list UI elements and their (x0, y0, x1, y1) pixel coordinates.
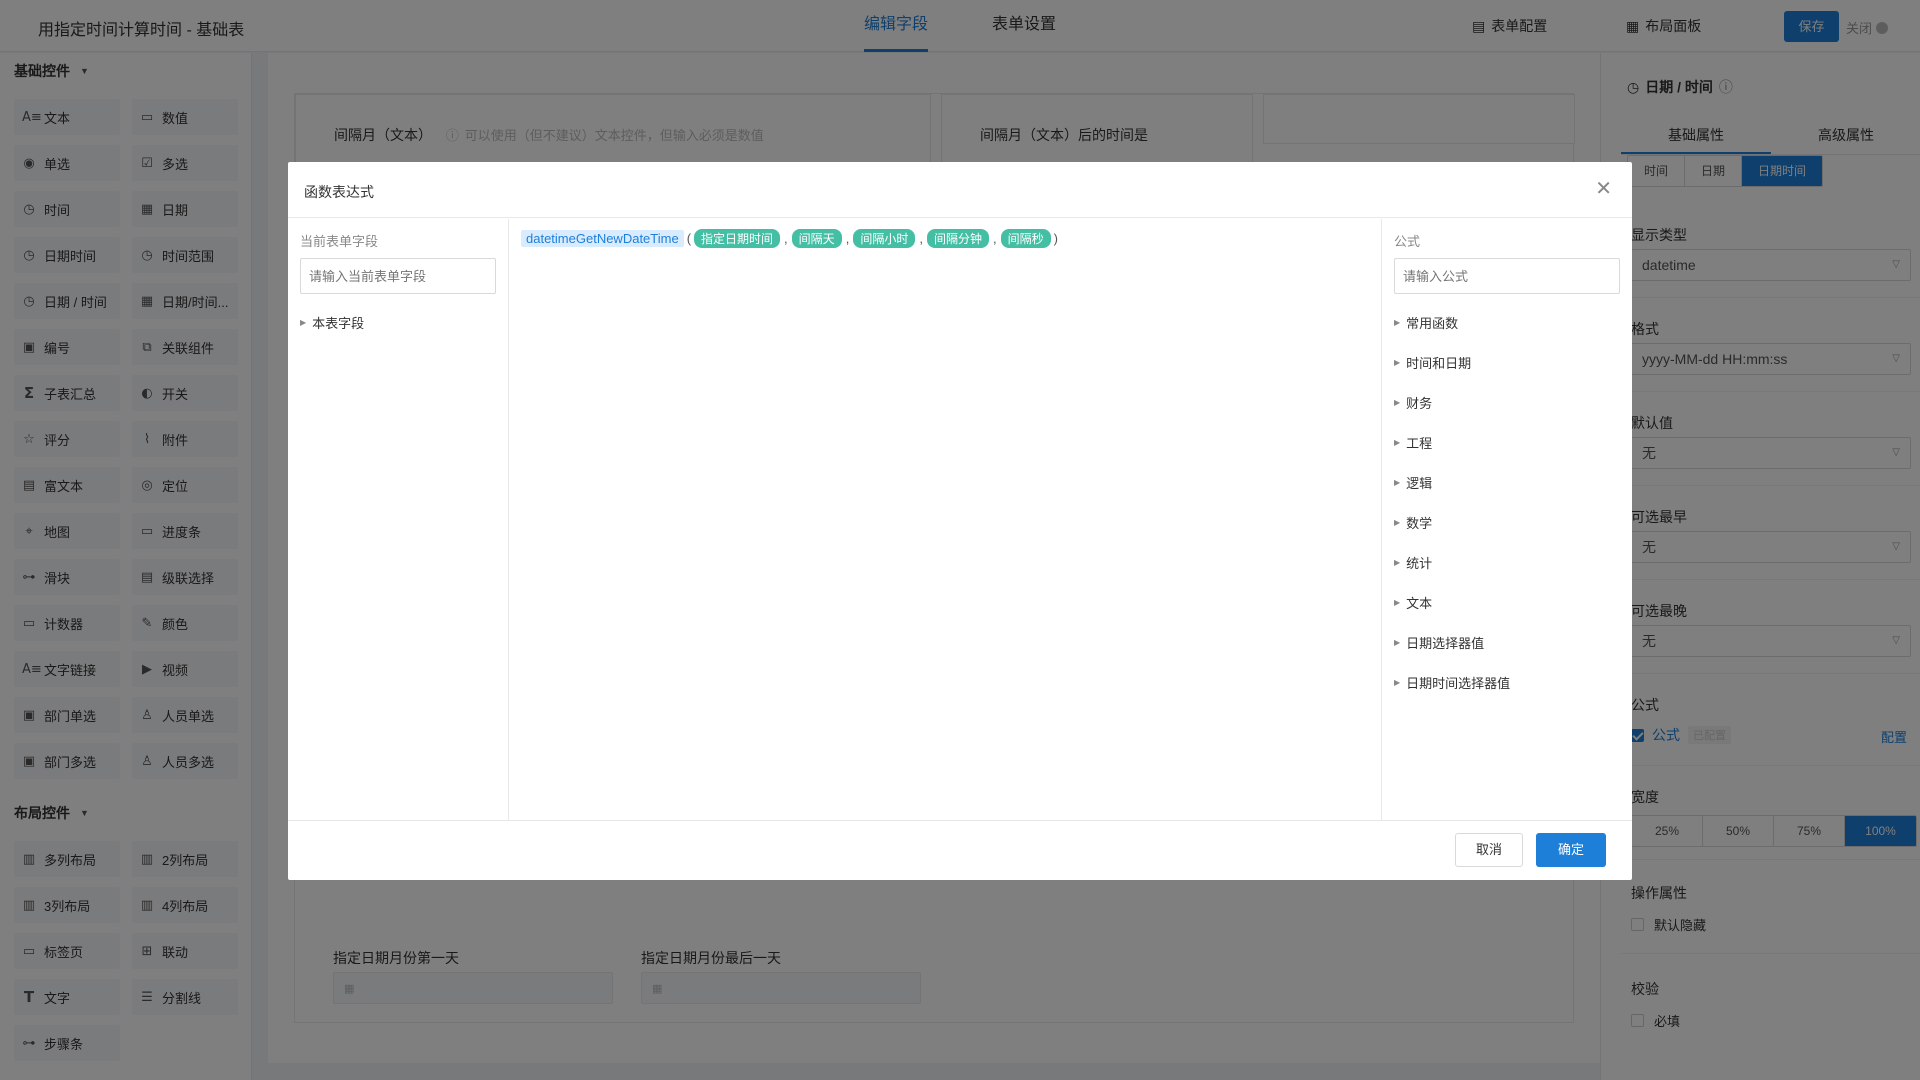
triangle-right-icon: ▶ (1394, 358, 1401, 367)
triangle-right-icon: ▶ (1394, 318, 1401, 327)
formula-expression: datetimeGetNewDateTime(指定日期时间, 间隔天, 间隔小时, 间… (521, 229, 1061, 248)
comma: , (919, 231, 923, 246)
formula-category-item[interactable]: ▶ 财务 (1394, 393, 1432, 412)
formula-search-input[interactable] (1394, 258, 1620, 294)
formula-category-item[interactable]: ▶ 逻辑 (1394, 473, 1432, 492)
confirm-button[interactable]: 确定 (1536, 833, 1606, 867)
triangle-right-icon: ▶ (1394, 518, 1401, 527)
dialog-footer: 取消 确定 (288, 820, 1632, 880)
triangle-right-icon: ▶ (1394, 438, 1401, 447)
argument-tag[interactable]: 间隔天 (791, 229, 842, 248)
formula-category-item[interactable]: ▶ 工程 (1394, 433, 1432, 452)
close-icon[interactable]: ✕ (1595, 176, 1612, 200)
tree-item-this-table-fields[interactable]: ▶ 本表字段 (300, 313, 364, 332)
formula-category-item[interactable]: ▶ 常用函数 (1394, 313, 1458, 332)
expression-editor[interactable]: datetimeGetNewDateTime(指定日期时间, 间隔天, 间隔小时, 间… (509, 219, 1382, 820)
dialog-title: 函数表达式 (304, 184, 374, 200)
dialog-body: 当前表单字段 ▶ 本表字段 datetimeGetNewDateTime(指定日… (288, 219, 1632, 820)
comma: , (784, 231, 788, 246)
formula-category-item[interactable]: ▶ 统计 (1394, 553, 1432, 572)
close-paren: ) (1053, 231, 1058, 246)
function-expression-dialog: 函数表达式 ✕ 当前表单字段 ▶ 本表字段 datetimeGetNewDate… (288, 162, 1632, 880)
triangle-right-icon: ▶ (1394, 638, 1401, 647)
cancel-button[interactable]: 取消 (1455, 833, 1523, 867)
argument-tag[interactable]: 间隔秒 (1000, 229, 1051, 248)
triangle-right-icon: ▶ (1394, 598, 1401, 607)
argument-tag[interactable]: 间隔分钟 (926, 229, 989, 248)
triangle-right-icon: ▶ (1394, 558, 1401, 567)
triangle-right-icon: ▶ (1394, 478, 1401, 487)
formula-category-item[interactable]: ▶ 日期时间选择器值 (1394, 673, 1510, 692)
argument-tag[interactable]: 间隔小时 (853, 229, 916, 248)
formula-category-item[interactable]: ▶ 日期选择器值 (1394, 633, 1484, 652)
triangle-right-icon: ▶ (300, 318, 307, 327)
function-name-token[interactable]: datetimeGetNewDateTime (521, 230, 684, 247)
formula-category-item[interactable]: ▶ 文本 (1394, 593, 1432, 612)
triangle-right-icon: ▶ (1394, 678, 1401, 687)
formula-list-column: 公式 ▶常用函数▶时间和日期▶财务▶工程▶逻辑▶数学▶统计▶文本▶日期选择器值▶… (1382, 219, 1632, 820)
open-paren: ( (686, 231, 692, 246)
dialog-header: 函数表达式 ✕ (288, 162, 1632, 218)
form-fields-column: 当前表单字段 ▶ 本表字段 (288, 219, 509, 820)
formula-category-item[interactable]: ▶ 时间和日期 (1394, 353, 1471, 372)
argument-tag[interactable]: 指定日期时间 (694, 229, 781, 248)
triangle-right-icon: ▶ (1394, 398, 1401, 407)
comma: , (845, 231, 850, 246)
form-field-search-input[interactable] (300, 258, 496, 294)
comma: , (992, 231, 997, 246)
formula-category-item[interactable]: ▶ 数学 (1394, 513, 1432, 532)
